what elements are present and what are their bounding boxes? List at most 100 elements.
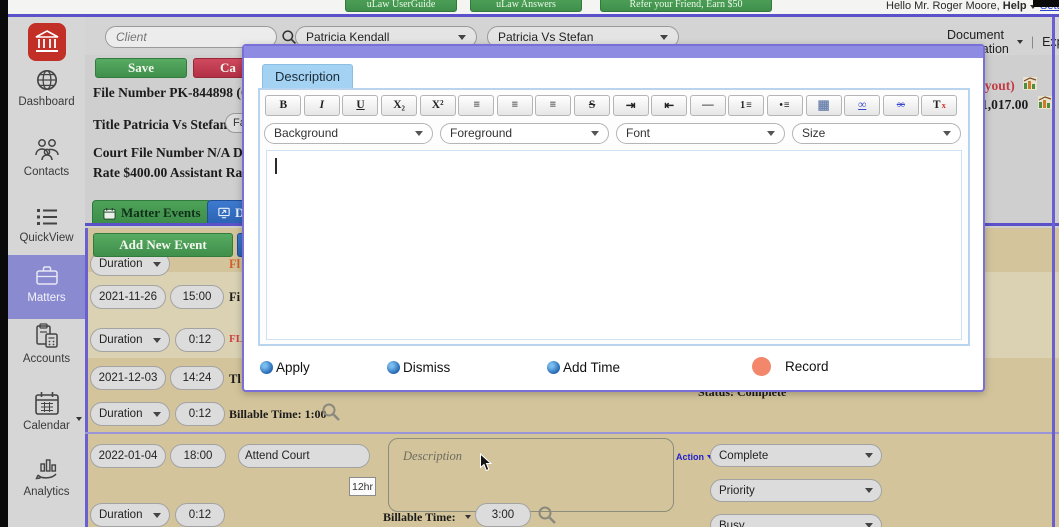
ulaw-answers-button[interactable]: uLaw Answers <box>470 0 582 12</box>
client-search-input[interactable] <box>116 30 266 44</box>
outdent-button[interactable]: ⇤ <box>651 94 688 116</box>
duration-value-input[interactable]: 0:12 <box>175 402 225 426</box>
event-time-input[interactable]: 18:00 <box>170 444 226 468</box>
apply-button[interactable]: Apply <box>260 360 310 375</box>
sidebar-item-matters[interactable]: Matters <box>8 263 85 304</box>
priority-select[interactable]: Priority <box>710 479 882 502</box>
chevron-down-icon <box>943 130 951 136</box>
unordered-list-button[interactable]: •≡ <box>767 94 804 116</box>
unlink-button[interactable]: ∞ <box>882 94 919 116</box>
clear-format-x: x <box>941 100 946 110</box>
ordered-list-button[interactable]: 1≡ <box>728 94 765 116</box>
dismiss-button[interactable]: Dismiss <box>387 360 450 375</box>
action-menu[interactable]: Action <box>676 452 713 462</box>
background-select[interactable]: Background <box>264 122 433 144</box>
dismiss-label: Dismiss <box>403 360 451 375</box>
indent-button[interactable]: ⇥ <box>612 94 649 116</box>
record-button[interactable]: Record <box>752 357 829 376</box>
duration-label: Duration <box>99 408 143 420</box>
mouse-cursor <box>480 453 492 472</box>
tab-description[interactable]: Description <box>262 64 354 88</box>
chevron-down-icon <box>865 488 873 493</box>
event-name-fragment: Fl <box>229 257 241 271</box>
horizontal-rule-button[interactable]: — <box>689 94 726 116</box>
event-date-input[interactable]: 2021-12-03 <box>90 366 166 390</box>
event-date-input[interactable]: 2021-11-26 <box>90 285 166 309</box>
duration-select[interactable]: Duration <box>90 402 170 426</box>
sidebar-item-accounts[interactable]: Accounts <box>8 322 85 365</box>
duration-label: Duration <box>99 258 143 270</box>
add-time-button[interactable]: Add Time <box>547 360 620 375</box>
duration-value-input[interactable]: 0:12 <box>175 328 225 352</box>
subscript-button[interactable]: X₂ <box>381 94 418 116</box>
save-button[interactable]: Save <box>95 58 187 78</box>
align-center-button[interactable]: ≡ <box>496 94 533 116</box>
chart-icon[interactable] <box>1038 96 1052 109</box>
video-letterbox-left <box>0 0 8 527</box>
priority-select-value: Priority <box>719 484 755 497</box>
radio-icon <box>547 361 560 374</box>
editor-toolbar: B I U X₂ X² ≡ ≡ ≡ S ⇥ ⇤ — 1≡ •≡ ▦ ∞ ∞ Tx <box>262 92 966 118</box>
video-letterbox-corner <box>1033 0 1059 7</box>
top-purple-divider <box>8 14 1059 17</box>
ulaw-logo[interactable] <box>28 23 66 61</box>
event-description-textarea[interactable]: Description <box>388 438 674 512</box>
busy-select[interactable]: Busy <box>710 514 882 527</box>
strikethrough-button[interactable]: S <box>574 94 611 116</box>
description-modal: Description B I U X₂ X² ≡ ≡ ≡ S ⇥ ⇤ — 1≡… <box>242 44 985 392</box>
text-caret <box>275 158 277 174</box>
chevron-down-icon[interactable] <box>465 515 471 519</box>
event-time-input[interactable]: 14:24 <box>170 366 224 390</box>
duration-value-input[interactable]: 0:12 <box>175 503 225 527</box>
align-left-button[interactable]: ≡ <box>458 94 495 116</box>
link-button[interactable]: ∞ <box>844 94 881 116</box>
insert-image-button[interactable]: ▦ <box>805 94 842 116</box>
event-time-input[interactable]: 15:00 <box>170 285 224 309</box>
chevron-down-icon <box>153 411 161 417</box>
search-icon[interactable] <box>321 402 341 422</box>
sidebar-item-quickview[interactable]: QuickView <box>8 205 85 244</box>
editor-content-area[interactable] <box>266 150 962 340</box>
chevron-down-icon <box>660 34 668 40</box>
align-right-button[interactable]: ≡ <box>535 94 572 116</box>
sidebar-item-dashboard[interactable]: Dashboard <box>8 67 85 108</box>
clear-format-button[interactable]: Tx <box>921 94 958 116</box>
duration-label: Duration <box>99 509 143 521</box>
app-window: uLaw UserGuide uLaw Answers Refer your F… <box>0 0 1059 527</box>
duration-select[interactable]: Duration <box>90 503 170 527</box>
busy-select-value: Busy <box>719 519 745 527</box>
duration-select[interactable]: Duration <box>90 328 170 352</box>
size-select-value: Size <box>802 126 826 140</box>
apply-label: Apply <box>276 360 310 375</box>
modal-titlebar[interactable] <box>244 46 983 58</box>
ulaw-userguide-button[interactable]: uLaw UserGuide <box>345 0 457 12</box>
sidebar-nav: Dashboard Contacts QuickView Matters Acc… <box>8 17 85 527</box>
calendar-icon <box>34 392 59 415</box>
add-new-event-button[interactable]: Add New Event <box>93 233 233 257</box>
foreground-select[interactable]: Foreground <box>440 122 609 144</box>
sidebar-item-calendar[interactable]: Calendar <box>8 389 85 432</box>
sidebar-item-analytics[interactable]: Analytics <box>8 455 85 498</box>
refer-friend-button[interactable]: Refer your Friend, Earn $50 <box>600 0 772 12</box>
italic-button[interactable]: I <box>303 94 340 116</box>
event-date-input[interactable]: 2022-01-04 <box>90 444 166 468</box>
superscript-button[interactable]: X² <box>419 94 456 116</box>
search-icon[interactable] <box>537 505 557 525</box>
underline-button[interactable]: U <box>342 94 379 116</box>
chart-icon[interactable] <box>1023 77 1037 90</box>
chevron-down-icon <box>865 523 873 527</box>
top-bar: uLaw UserGuide uLaw Answers Refer your F… <box>8 0 1059 14</box>
rate-line: Rate $400.00 Assistant Rat <box>93 165 247 180</box>
export-button[interactable]: Export <box>1042 35 1059 49</box>
chevron-down-icon[interactable] <box>76 417 82 421</box>
size-select[interactable]: Size <box>792 122 961 144</box>
font-select[interactable]: Font <box>616 122 785 144</box>
bold-button[interactable]: B <box>265 94 302 116</box>
billable-time-input[interactable]: 3:00 <box>475 503 531 527</box>
event-name-input[interactable]: Attend Court <box>238 444 370 468</box>
briefcase-icon <box>35 266 58 285</box>
sidebar-item-contacts[interactable]: Contacts <box>8 135 85 178</box>
status-select[interactable]: Complete <box>710 444 882 467</box>
help-menu[interactable]: Help <box>1003 0 1027 12</box>
chevron-down-icon <box>767 130 775 136</box>
